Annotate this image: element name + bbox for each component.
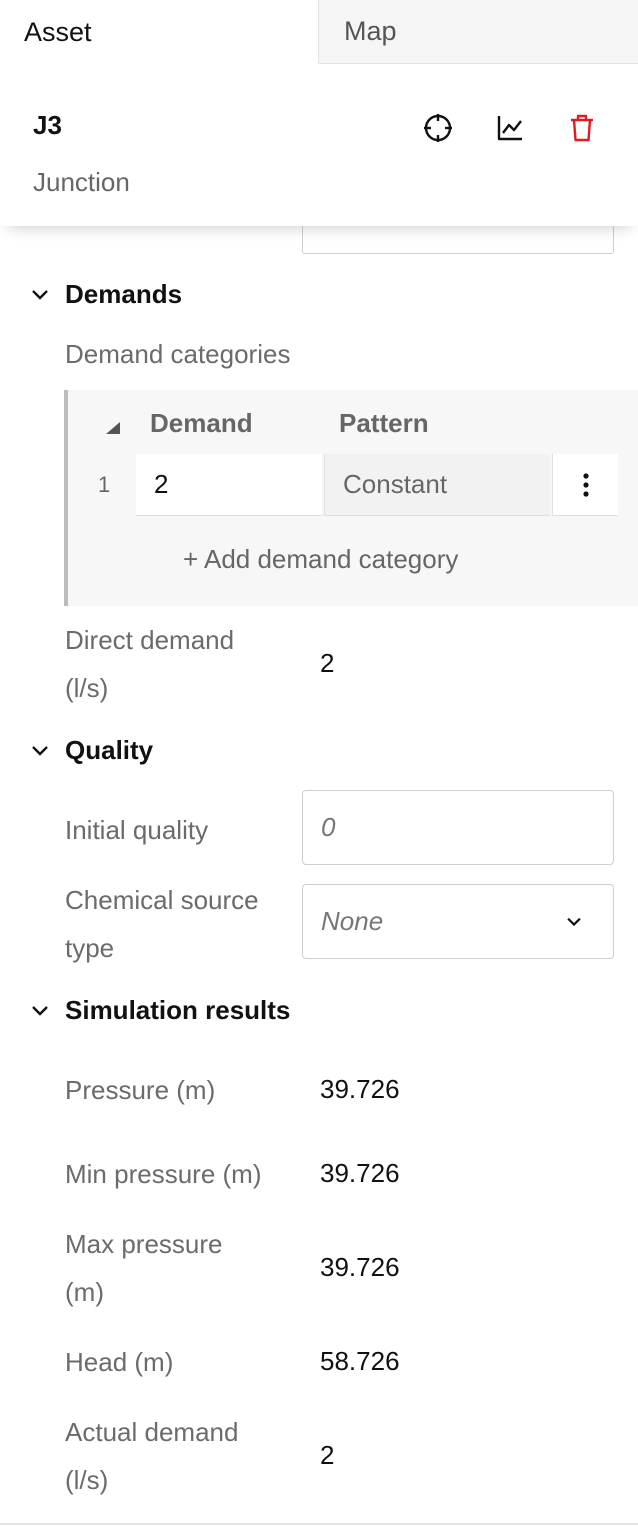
chart-icon[interactable] — [490, 108, 530, 148]
chemical-source-label-line2: type — [65, 933, 115, 963]
trash-icon[interactable] — [562, 108, 602, 148]
table-corner-icon — [106, 422, 120, 434]
head-value: 58.726 — [320, 1346, 400, 1376]
direct-demand-value: 2 — [320, 648, 335, 678]
pattern-cell[interactable]: Constant — [324, 454, 550, 516]
chemical-source-value: None — [321, 906, 384, 936]
initial-quality-label: Initial quality — [65, 815, 209, 845]
chevron-down-icon — [27, 282, 53, 308]
actual-demand-value: 2 — [320, 1440, 335, 1470]
max-pressure-label-line1: Max pressure — [65, 1229, 223, 1259]
demand-cell[interactable]: 2 — [136, 454, 322, 516]
direct-demand-label-line1: Direct demand — [65, 625, 235, 655]
direct-demand-label-line2: (l/s) — [65, 673, 109, 703]
col-header-pattern: Pattern — [339, 408, 429, 438]
actual-demand-label-line1: Actual demand — [65, 1417, 239, 1447]
demand-table: Demand Pattern 1 2 Constant + Add demand… — [64, 390, 638, 606]
section-title: Demands — [65, 279, 183, 309]
col-header-demand: Demand — [150, 408, 253, 438]
section-demands[interactable]: Demands — [27, 279, 182, 310]
tab-bar: Asset Map — [0, 0, 638, 64]
actual-demand-label-line2: (l/s) — [65, 1465, 109, 1495]
min-pressure-value: 39.726 — [320, 1158, 400, 1188]
bottom-divider — [0, 1523, 638, 1525]
asset-type: Junction — [33, 167, 130, 197]
row-menu-button[interactable] — [552, 454, 618, 516]
demand-categories-label: Demand categories — [65, 339, 291, 369]
max-pressure-label-line2: (m) — [65, 1277, 104, 1307]
pressure-label: Pressure (m) — [65, 1075, 216, 1105]
crosshair-icon[interactable] — [418, 108, 458, 148]
section-simulation-results[interactable]: Simulation results — [27, 995, 290, 1026]
row-number: 1 — [98, 472, 111, 497]
add-demand-category-button[interactable]: + Add demand category — [183, 544, 458, 575]
chemical-source-label-line1: Chemical source — [65, 885, 259, 915]
tab-asset[interactable]: Asset — [0, 0, 318, 64]
chemical-source-select[interactable]: None — [302, 884, 614, 959]
section-title: Quality — [65, 735, 154, 765]
chevron-down-icon — [27, 998, 53, 1024]
max-pressure-value: 39.726 — [320, 1252, 400, 1282]
more-vertical-icon — [582, 472, 589, 497]
initial-quality-input[interactable]: 0 — [302, 790, 614, 865]
section-quality[interactable]: Quality — [27, 735, 153, 766]
tab-map[interactable]: Map — [318, 0, 638, 64]
pressure-value: 39.726 — [320, 1074, 400, 1104]
chevron-down-icon — [27, 738, 53, 764]
min-pressure-label: Min pressure (m) — [65, 1159, 262, 1189]
asset-id: J3 — [33, 110, 62, 140]
asset-header: J3 Junction — [0, 64, 638, 226]
head-label: Head (m) — [65, 1347, 174, 1377]
chevron-down-icon — [567, 917, 581, 926]
section-title: Simulation results — [65, 995, 291, 1025]
